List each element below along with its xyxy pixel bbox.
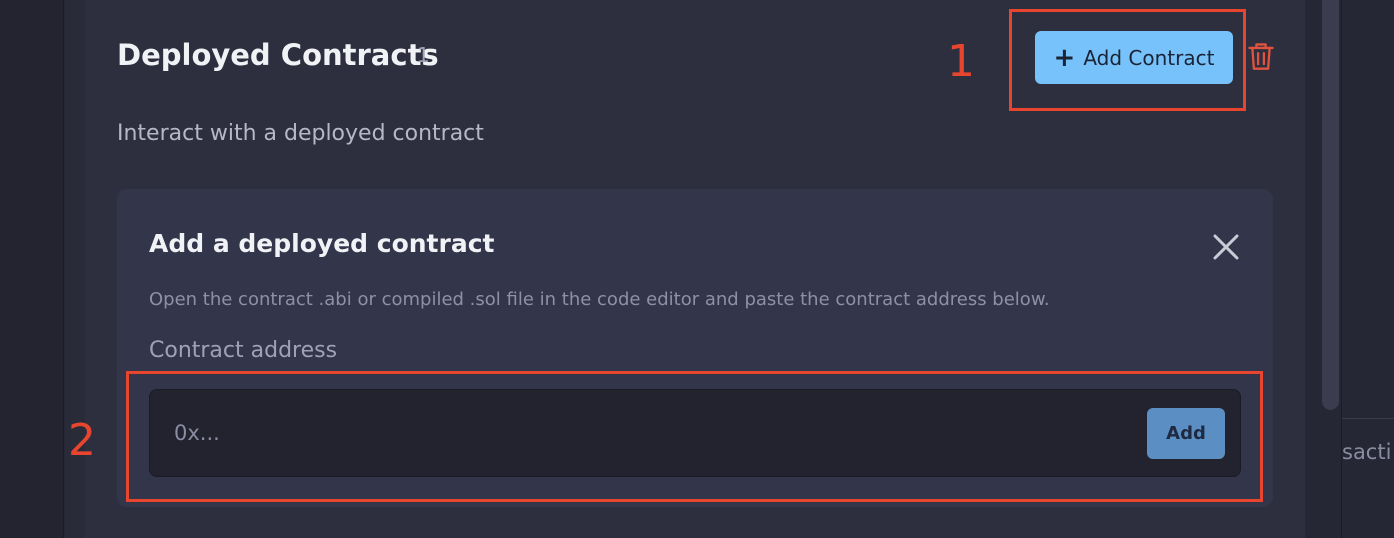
scrollbar-thumb[interactable] — [1322, 0, 1339, 410]
section-title: Deployed Contracts — [117, 38, 439, 72]
right-panel-clipped-text: sacti — [1342, 440, 1392, 464]
left-sidebar — [0, 0, 64, 538]
contract-count: 1 — [417, 43, 430, 67]
close-icon[interactable] — [1211, 232, 1241, 262]
card-title: Add a deployed contract — [149, 229, 495, 258]
annotation-marker-2: 2 — [68, 415, 96, 466]
right-panel-divider — [1342, 418, 1394, 419]
card-help-text: Open the contract .abi or compiled .sol … — [149, 289, 1050, 310]
highlight-box-2 — [126, 371, 1263, 502]
section-description: Interact with a deployed contract — [117, 121, 484, 146]
screen: sacti Deployed Contracts 1 Interact with… — [0, 0, 1394, 538]
highlight-box-1 — [1009, 9, 1246, 111]
annotation-marker-1: 1 — [947, 36, 975, 87]
contract-address-label: Contract address — [149, 338, 338, 363]
trash-icon[interactable] — [1247, 41, 1275, 71]
